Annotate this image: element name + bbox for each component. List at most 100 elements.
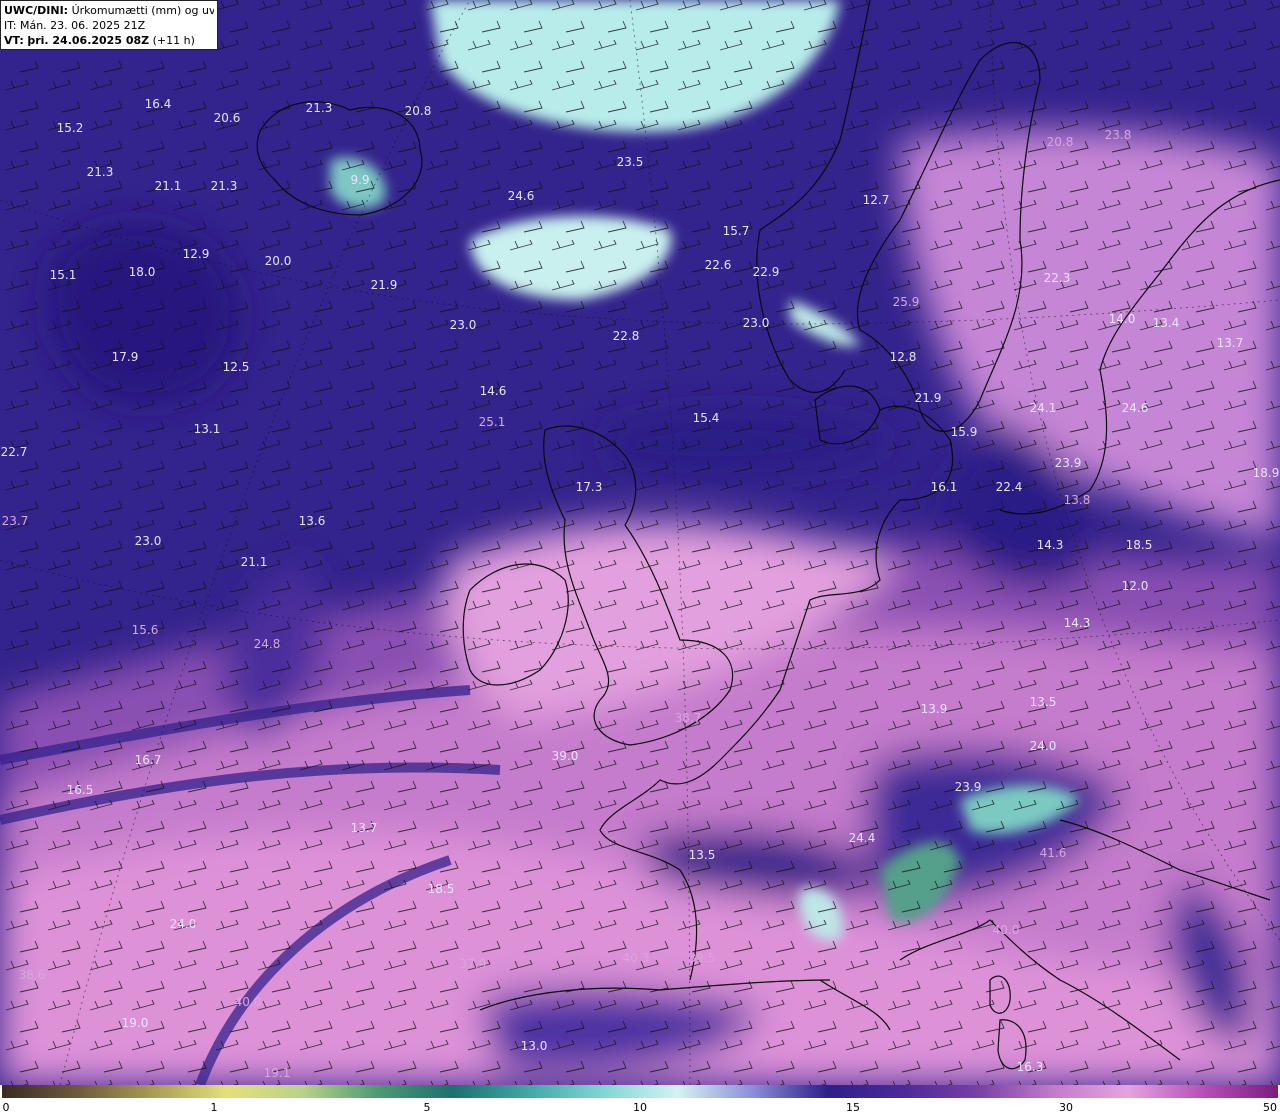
pw-value-label: 24.4 [849,831,876,845]
colorbar-tick: 5 [423,1101,431,1114]
pw-value-label: 24.8 [254,637,281,651]
pw-value-label: 20.8 [405,104,432,118]
colorbar-tick: 10 [633,1101,647,1114]
pw-value-label: 41.6 [1040,846,1067,860]
pw-value-label: 23.0 [743,316,770,330]
pw-value-label: 24.1 [1030,401,1057,415]
pw-value-label: 25.9 [893,295,920,309]
pw-value-label: 39.0 [552,749,579,763]
pw-value-label: 22.3 [1044,271,1071,285]
colorbar-tick: 15 [846,1101,860,1114]
pw-value-label: 22.8 [613,329,640,343]
pw-value-label: 21.3 [87,165,114,179]
pw-value-label: 38.7 [675,711,702,725]
pw-value-label: 22.4 [996,480,1023,494]
valid-time-label: VT: [4,34,24,47]
pw-value-label: 22.9 [753,265,780,279]
colorbar-tick: 0 [2,1101,10,1114]
pw-value-label: 19.1 [264,1066,291,1080]
pw-value-label: 24.6 [1122,401,1149,415]
pw-value-label: 15.9 [951,425,978,439]
pw-value-label: 15.1 [50,268,77,282]
pw-value-label: 23.8 [1105,128,1132,142]
model-name: UWC/DINI: [4,4,69,17]
pw-value-label: 23.9 [1055,456,1082,470]
pw-value-label: 25.1 [479,415,506,429]
pw-value-label: 23.9 [955,780,982,794]
colorbar-tick: 1 [210,1101,218,1114]
pw-value-label: 21.1 [155,179,182,193]
pw-value-label: 39.5 [689,951,716,965]
pw-value-label: 24.6 [508,189,535,203]
pw-value-label: 21.9 [915,391,942,405]
product-line: UWC/DINI: Úrkomumætti (mm) og uv850. [4,3,214,18]
pw-value-label: 18.9 [1253,466,1280,480]
pw-value-label: 13.5 [689,848,716,862]
pw-value-label: 13.7 [351,821,378,835]
pw-value-label: 12.0 [1122,579,1149,593]
pw-value-label: 13.5 [1030,695,1057,709]
pw-value-label: 9.9 [350,173,369,187]
pw-value-label: 16.7 [135,753,162,767]
pw-value-label: 13.6 [299,514,326,528]
pw-value-label: 13.9 [921,702,948,716]
pw-value-label: 40.0 [235,995,262,1009]
pw-value-label: 20.6 [214,111,241,125]
pw-value-label: 39.5 [723,623,750,637]
pw-value-label: 23.5 [617,155,644,169]
pw-value-label: 12.9 [183,247,210,261]
lead-time: (+11 h) [152,34,195,47]
pw-value-label: 21.9 [371,278,398,292]
pw-value-label: 21.1 [241,555,268,569]
pw-value-label: 13.0 [521,1039,548,1053]
pw-value-label: 12.8 [890,350,917,364]
pw-value-label: 18.5 [428,882,455,896]
pw-value-label: 15.2 [57,121,84,135]
pw-value-label: 23.0 [135,534,162,548]
pw-value-label: 21.3 [306,101,333,115]
colorbar-tick: 50 [1263,1101,1277,1114]
pw-value-label: 16.1 [931,480,958,494]
pw-value-label: 17.3 [576,480,603,494]
pw-value-label: 17.9 [112,350,139,364]
pw-value-label: 15.6 [132,623,159,637]
pw-value-label: 16.5 [67,783,94,797]
pw-value-label: 24.0 [1030,739,1057,753]
pw-value-label: 13.4 [1153,316,1180,330]
colorbar-tick: 30 [1059,1101,1073,1114]
pw-value-label: 19.0 [122,1016,149,1030]
pw-value-label: 21.3 [211,179,238,193]
pw-value-label: 20.8 [1047,135,1074,149]
pw-value-label: 40.3 [623,951,650,965]
pw-value-label: 38.6 [19,968,46,982]
initial-time: IT: Mán. 23. 06. 2025 21Z [4,19,146,32]
pw-value-label: 13.1 [194,422,221,436]
pw-value-label: 22.7 [1,445,28,459]
colorbar-gradient [2,1085,1278,1098]
pw-value-label: 14.3 [1064,616,1091,630]
pw-value-label: 22.6 [705,258,732,272]
map-info-box: UWC/DINI: Úrkomumætti (mm) og uv850. IT:… [0,0,218,50]
pw-value-label: 23.7 [2,514,29,528]
pw-value-label: 23.0 [450,318,477,332]
pw-value-label: 13.8 [1064,493,1091,507]
pw-value-label: 16.4 [145,97,172,111]
pw-value-label: 15.4 [693,411,720,425]
pw-value-label: 14.6 [480,384,507,398]
product-name: Úrkomumætti (mm) og uv850. [71,4,214,17]
pw-value-label: 13.7 [1217,336,1244,350]
pw-value-label: 16.3 [1017,1060,1044,1074]
pw-value-label: 20.0 [265,254,292,268]
valid-time-line: VT: þri. 24.06.2025 08Z (+11 h) [4,33,214,48]
pw-value-label: 14.0 [1109,312,1136,326]
pw-value-label: 40.0 [993,923,1020,937]
pw-value-label: 18.5 [1126,538,1153,552]
map-viewer: 16.4 15.2 20.6 21.3 20.8 21.3 21.1 21.3 9.9 23.5 2… [0,0,1280,1115]
colorbar-legend: 0 1 5 10 15 30 50 [0,1085,1280,1115]
pw-value-label: 15.7 [723,224,750,238]
pw-value-label: 37.9 [460,957,487,971]
pw-value-label: 12.5 [223,360,250,374]
pw-value-label: 24.0 [170,917,197,931]
pw-value-label: 18.0 [129,265,156,279]
pw-value-label: 12.7 [863,193,890,207]
